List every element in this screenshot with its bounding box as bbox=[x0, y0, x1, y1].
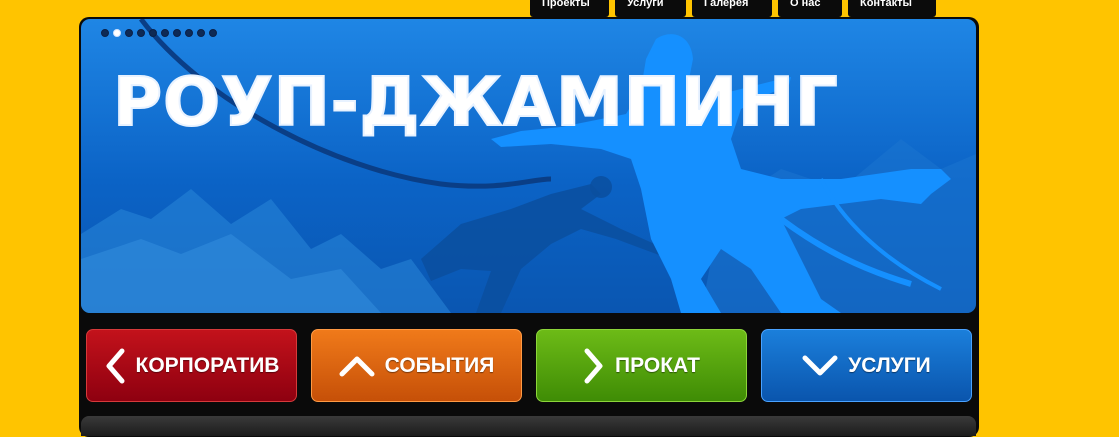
slide-dot[interactable] bbox=[101, 29, 109, 37]
slide-dot[interactable] bbox=[137, 29, 145, 37]
slide-dot[interactable] bbox=[185, 29, 193, 37]
slide-dot[interactable] bbox=[173, 29, 181, 37]
services-button-label: УСЛУГИ bbox=[848, 353, 931, 377]
slide-dot[interactable] bbox=[113, 29, 121, 37]
hero-banner: РОУП-ДЖАМПИНГ bbox=[81, 19, 976, 313]
slide-dot[interactable] bbox=[161, 29, 169, 37]
corporate-button[interactable]: КОРПОРАТИВ bbox=[86, 329, 297, 402]
nav-item-contacts[interactable]: Контакты bbox=[848, 0, 936, 17]
chevron-down-icon bbox=[802, 355, 838, 375]
rental-button[interactable]: ПРОКАТ bbox=[536, 329, 747, 402]
slide-indicators bbox=[101, 29, 217, 37]
top-navigation: Проекты Услуги Галерея О нас Контакты bbox=[530, 0, 936, 17]
events-button-label: СОБЫТИЯ bbox=[384, 353, 495, 377]
nav-item-projects[interactable]: Проекты bbox=[530, 0, 609, 17]
chevron-right-icon bbox=[584, 348, 603, 383]
nav-item-about[interactable]: О нас bbox=[778, 0, 842, 17]
slide-dot[interactable] bbox=[197, 29, 205, 37]
content-panel-top bbox=[81, 416, 976, 436]
chevron-left-icon bbox=[106, 348, 125, 383]
slide-dot[interactable] bbox=[125, 29, 133, 37]
action-buttons: КОРПОРАТИВ СОБЫТИЯ ПРОКАТ УСЛУГИ bbox=[86, 329, 972, 402]
main-frame: РОУП-ДЖАМПИНГ КОРПОРАТИВ СОБЫТИЯ ПРОКАТ … bbox=[79, 17, 979, 437]
corporate-button-label: КОРПОРАТИВ bbox=[135, 353, 280, 377]
slide-dot[interactable] bbox=[149, 29, 157, 37]
events-button[interactable]: СОБЫТИЯ bbox=[311, 329, 522, 402]
slide-dot[interactable] bbox=[209, 29, 217, 37]
banner-title: РОУП-ДЖАМПИНГ bbox=[112, 62, 839, 142]
services-button[interactable]: УСЛУГИ bbox=[761, 329, 972, 402]
chevron-up-icon bbox=[339, 356, 375, 376]
nav-item-gallery[interactable]: Галерея bbox=[692, 0, 772, 17]
rental-button-label: ПРОКАТ bbox=[615, 353, 700, 377]
nav-item-services[interactable]: Услуги bbox=[615, 0, 686, 17]
